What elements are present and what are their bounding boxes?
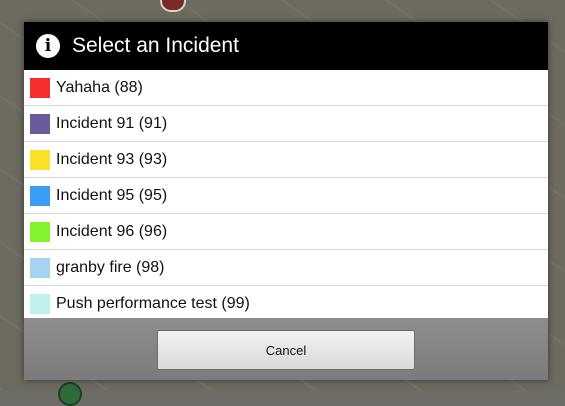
incident-label: Incident 91 (91)	[56, 114, 168, 132]
color-swatch	[30, 77, 50, 98]
list-item[interactable]: Push performance test (99)	[24, 286, 548, 321]
list-item[interactable]: Incident 95 (95)	[24, 178, 548, 214]
color-swatch	[30, 149, 50, 170]
list-item[interactable]: Yahaha (88)	[24, 70, 548, 106]
color-swatch	[30, 257, 50, 278]
list-item[interactable]: Incident 96 (96)	[24, 214, 548, 250]
info-icon: i	[36, 34, 60, 58]
color-swatch	[30, 185, 50, 206]
cancel-button[interactable]: Cancel	[157, 330, 415, 370]
incident-label: granby fire (98)	[56, 258, 165, 276]
color-swatch	[30, 113, 50, 134]
incident-label: Yahaha (88)	[56, 78, 143, 96]
dialog-footer: Cancel	[24, 318, 548, 380]
color-swatch	[30, 293, 50, 314]
list-item[interactable]: granby fire (98)	[24, 250, 548, 286]
incident-label: Incident 96 (96)	[56, 222, 168, 240]
incident-label: Incident 95 (95)	[56, 186, 168, 204]
list-item[interactable]: Incident 91 (91)	[24, 106, 548, 142]
list-item[interactable]: Incident 93 (93)	[24, 142, 548, 178]
dialog-header: i Select an Incident	[24, 22, 548, 70]
dialog-title: Select an Incident	[72, 34, 239, 57]
select-incident-dialog: i Select an Incident Yahaha (88) Inciden…	[24, 22, 548, 380]
color-swatch	[30, 221, 50, 242]
incident-label: Push performance test (99)	[56, 294, 250, 312]
incident-list: Yahaha (88) Incident 91 (91) Incident 93…	[24, 70, 548, 321]
map-marker	[58, 382, 82, 406]
incident-label: Incident 93 (93)	[56, 150, 168, 168]
